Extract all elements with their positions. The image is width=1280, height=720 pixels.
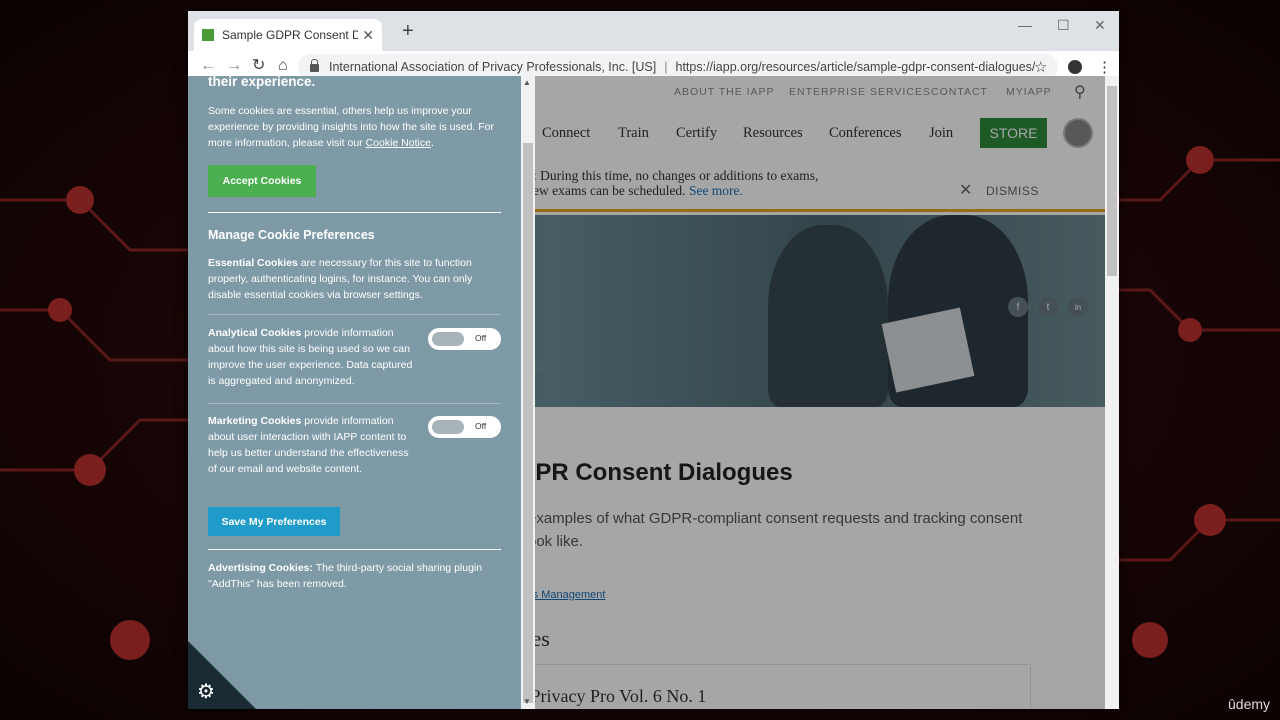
cookie-panel-scrollbar[interactable]: ▲ ▼ (521, 76, 535, 709)
toggle-label: Off (475, 333, 487, 343)
scroll-down-icon[interactable]: ▼ (523, 697, 531, 706)
tab-title: Sample GDPR Consent Dialogues (222, 28, 359, 42)
maximize-button[interactable]: ☐ (1057, 17, 1070, 34)
tab-active[interactable]: Sample GDPR Consent Dialogues ✕ (194, 19, 382, 51)
close-window-button[interactable]: ✕ (1094, 17, 1106, 34)
tab-close-icon[interactable]: ✕ (362, 27, 374, 44)
manage-preferences-heading: Manage Cookie Preferences (208, 228, 375, 242)
url-separator: | (664, 60, 668, 74)
page-scroll-thumb[interactable] (1107, 86, 1117, 276)
cookie-intro-text: Some cookies are essential, others help … (208, 105, 494, 149)
cookie-notice-link[interactable]: Cookie Notice (366, 137, 431, 149)
account-icon[interactable] (1068, 60, 1082, 74)
lock-icon (310, 59, 319, 72)
analytical-cookies-title: Analytical Cookies (208, 327, 302, 339)
new-tab-button[interactable]: + (402, 21, 414, 41)
advertising-cookies-title: Advertising Cookies: (208, 562, 314, 574)
home-button[interactable]: ⌂ (278, 57, 288, 75)
cookie-heading: their experience. (208, 76, 316, 89)
cookie-panel: their experience. Some cookies are essen… (188, 76, 521, 709)
divider (208, 403, 501, 404)
save-preferences-button[interactable]: Save My Preferences (208, 507, 340, 536)
udemy-watermark: ûdemy (1228, 696, 1271, 712)
toggle-knob (432, 420, 464, 434)
browser-window: Sample GDPR Consent Dialogues ✕ + — ☐ ✕ … (188, 11, 1119, 709)
divider (208, 549, 501, 550)
page-viewport: ABOUT THE IAPP ENTERPRISE SERVICES CONTA… (188, 76, 1119, 709)
scroll-up-icon[interactable]: ▲ (523, 78, 531, 87)
forward-button[interactable]: → (226, 57, 242, 75)
cookie-intro: Some cookies are essential, others help … (208, 103, 501, 151)
browser-menu-icon[interactable]: ⋮ (1097, 58, 1112, 76)
site-identity: International Association of Privacy Pro… (329, 60, 657, 74)
cookie-intro-end: . (430, 137, 434, 149)
bookmark-star-icon[interactable]: ☆ (1034, 58, 1047, 76)
tab-bar: Sample GDPR Consent Dialogues ✕ + — ☐ ✕ (188, 11, 1119, 51)
gear-icon[interactable]: ⚙ (197, 679, 215, 704)
analytical-cookies-toggle[interactable]: Off (428, 328, 501, 350)
marketing-cookies-toggle[interactable]: Off (428, 416, 501, 438)
essential-cookies-title: Essential Cookies (208, 257, 298, 269)
divider (208, 314, 501, 315)
marketing-cookies-text: Marketing Cookies provide information ab… (208, 413, 418, 477)
page-scrollbar[interactable] (1105, 76, 1119, 709)
reload-button[interactable]: ↻ (252, 57, 265, 75)
back-button[interactable]: ← (200, 57, 216, 75)
toggle-label: Off (475, 421, 487, 431)
advertising-cookies-text: Advertising Cookies: The third-party soc… (208, 560, 501, 592)
favicon-icon (202, 29, 214, 41)
analytical-cookies-text: Analytical Cookies provide information a… (208, 325, 418, 389)
url-text: https://iapp.org/resources/article/sampl… (675, 60, 1036, 74)
toggle-knob (432, 332, 464, 346)
cookie-panel-scroll-thumb[interactable] (523, 143, 533, 703)
marketing-cookies-title: Marketing Cookies (208, 415, 302, 427)
essential-cookies-text: Essential Cookies are necessary for this… (208, 255, 501, 303)
divider (208, 212, 501, 213)
accept-cookies-button[interactable]: Accept Cookies (208, 165, 316, 197)
minimize-button[interactable]: — (1018, 17, 1032, 33)
